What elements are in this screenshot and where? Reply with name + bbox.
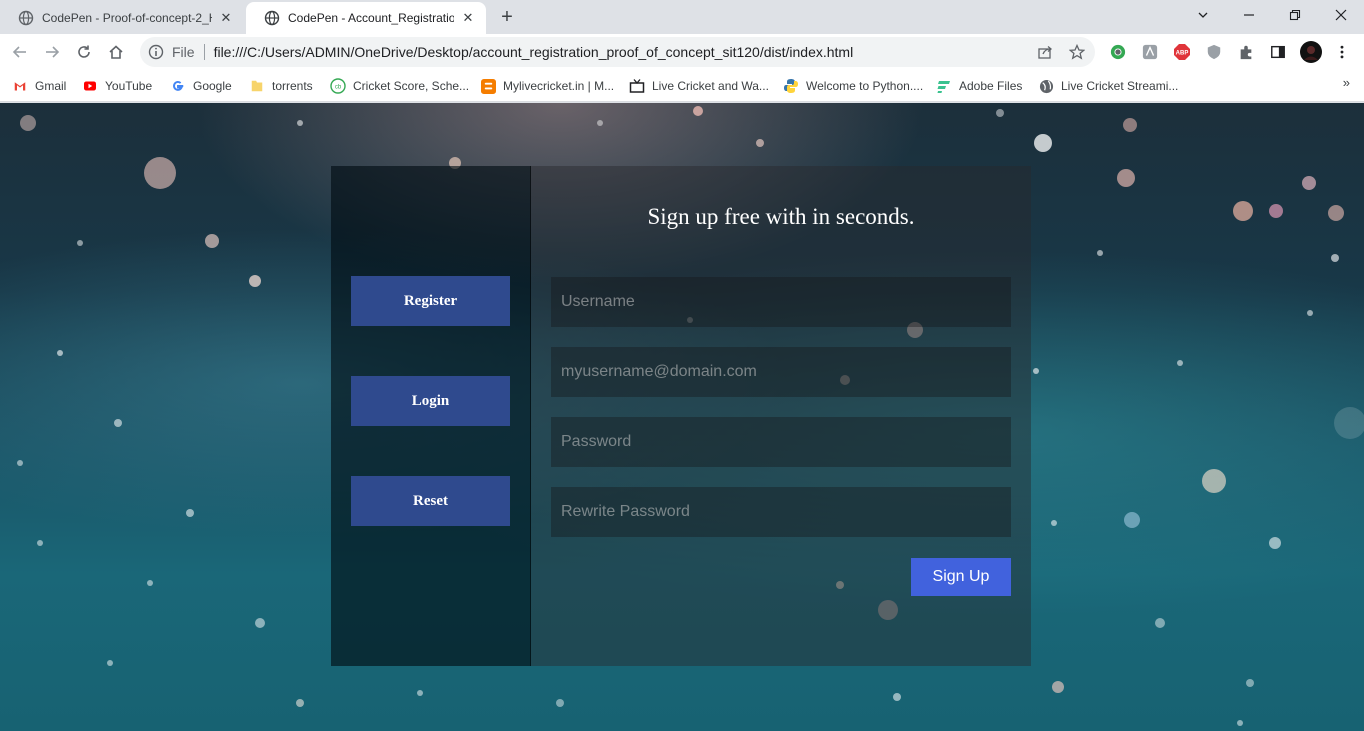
bookmark-google[interactable]: Google [170,76,232,96]
adobe-files-icon [936,78,952,94]
rewrite-password-input[interactable] [551,487,1011,537]
tv-icon [629,78,645,94]
address-bar[interactable]: File file:///C:/Users/ADMIN/OneDrive/Des… [140,37,1095,67]
address-separator [203,44,205,60]
minimize-icon[interactable] [1226,0,1272,30]
browser-toolbar: File file:///C:/Users/ADMIN/OneDrive/Des… [0,34,1364,70]
folder-icon [249,78,265,94]
python-icon [783,78,799,94]
tab-title: CodePen - Account_Registration_ [288,11,454,25]
bookmark-torrents[interactable]: torrents [249,76,313,96]
home-icon[interactable] [102,38,130,66]
tab-proof-of-concept[interactable]: CodePen - Proof-of-concept-2_H ✕ [0,2,244,34]
bookmark-label: Gmail [35,79,67,93]
password-input[interactable] [551,417,1011,467]
page-background: Register Login Reset Sign up free with i… [0,103,1364,731]
bookmark-label: Live Cricket Streami... [1061,79,1179,93]
bookmark-live-cricket-streaming[interactable]: Live Cricket Streami... [1038,76,1178,96]
form-heading: Sign up free with in seconds. [647,204,915,229]
bookmark-label: Google [193,79,232,93]
bookmark-live-cricket[interactable]: Live Cricket and Wa... [629,76,769,96]
bookmark-label: Adobe Files [959,79,1023,93]
shield-icon[interactable] [1205,43,1223,61]
tab-search-icon[interactable] [1180,0,1226,30]
login-button[interactable]: Login [351,376,510,426]
globe-icon [1038,78,1054,94]
restore-icon[interactable] [1272,0,1318,30]
adblock-label: ABP [1176,51,1189,57]
globe-icon [264,10,280,26]
username-input[interactable] [551,277,1011,327]
bookmark-label: YouTube [105,79,153,93]
bookmark-youtube[interactable]: YouTube [82,76,152,96]
chrome-extension-icon[interactable] [1109,43,1127,61]
sidepanel-icon[interactable] [1269,43,1287,61]
menu-icon[interactable] [1333,43,1351,61]
globe-icon [18,10,34,26]
blogger-icon [480,78,496,94]
bookmark-mylivecricket[interactable]: Mylivecricket.in | M... [480,76,614,96]
youtube-icon [82,78,98,94]
google-icon [170,78,186,94]
bookmark-gmail[interactable]: Gmail [12,76,66,96]
bookmark-label: Mylivecricket.in | M... [503,79,615,93]
registration-panel: Register Login Reset Sign up free with i… [331,166,1031,666]
svg-text:cb: cb [335,85,342,91]
cricket-icon: cb [330,78,346,94]
gmail-icon [12,78,28,94]
email-input[interactable] [551,347,1011,397]
reload-icon[interactable] [70,38,98,66]
share-icon[interactable] [1037,44,1053,60]
close-window-icon[interactable] [1318,0,1364,30]
url-text[interactable]: file:///C:/Users/ADMIN/OneDrive/Desktop/… [214,44,854,60]
scheme-label: File [172,44,195,60]
tab-strip: CodePen - Proof-of-concept-2_H ✕ CodePen… [0,0,1364,34]
bookmark-python[interactable]: Welcome to Python.... [783,76,923,96]
adblock-icon[interactable]: ABP [1173,43,1191,61]
new-tab-button[interactable]: + [497,6,517,28]
acrobat-icon[interactable] [1141,43,1159,61]
bookmark-label: Welcome to Python.... [806,79,924,93]
bookmarks-bar: Gmail YouTube Google torrents cb Cricket… [0,70,1364,102]
bookmark-adobe-files[interactable]: Adobe Files [936,76,1022,96]
signup-form: Sign up free with in seconds. Sign Up [531,166,1031,666]
tab-title: CodePen - Proof-of-concept-2_H [42,11,212,25]
bookmark-label: Cricket Score, Sche... [353,79,470,93]
bookmark-label: torrents [272,79,313,93]
sidebar-nav: Register Login Reset [331,166,531,666]
bookmark-cricket-score[interactable]: cb Cricket Score, Sche... [330,76,469,96]
more-bookmarks-icon[interactable]: » [1343,75,1350,90]
reset-button[interactable]: Reset [351,476,510,526]
puzzle-icon[interactable] [1237,43,1255,61]
close-tab-icon[interactable]: ✕ [218,10,234,26]
forward-icon[interactable] [38,38,66,66]
profile-avatar[interactable] [1300,41,1322,63]
bookmark-label: Live Cricket and Wa... [652,79,769,93]
tab-account-registration[interactable]: CodePen - Account_Registration_ ✕ [246,2,486,34]
register-button[interactable]: Register [351,276,510,326]
info-icon[interactable] [148,44,164,60]
close-tab-icon[interactable]: ✕ [460,10,476,26]
back-icon[interactable] [6,38,34,66]
signup-button[interactable]: Sign Up [911,558,1011,596]
star-icon[interactable] [1069,44,1085,60]
